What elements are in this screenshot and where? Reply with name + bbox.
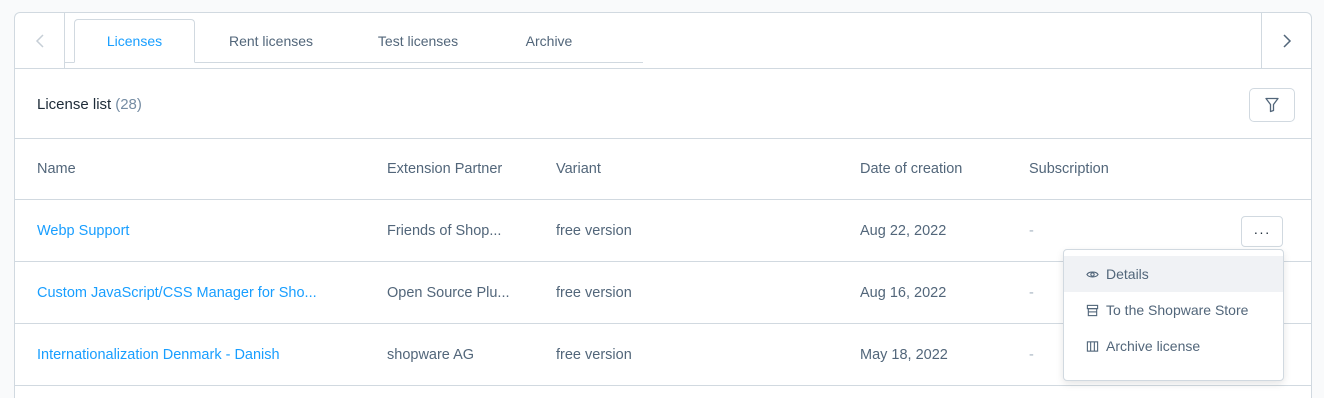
column-header-name[interactable]: Name bbox=[37, 139, 76, 199]
tabs: Licenses Rent licenses Test licenses Arc… bbox=[65, 13, 643, 69]
menu-item-details[interactable]: Details bbox=[1064, 256, 1283, 292]
tab-licenses[interactable]: Licenses bbox=[74, 19, 195, 63]
license-variant: free version bbox=[556, 222, 632, 239]
row-actions-button[interactable]: ··· bbox=[1241, 216, 1283, 247]
menu-item-label: Details bbox=[1106, 266, 1149, 282]
license-partner: Friends of Shop... bbox=[387, 222, 502, 239]
license-subscription: - bbox=[1029, 346, 1034, 363]
list-title: License list (28) bbox=[37, 96, 142, 113]
license-date: May 18, 2022 bbox=[860, 346, 948, 363]
column-header-partner[interactable]: Extension Partner bbox=[387, 139, 502, 199]
store-icon bbox=[1086, 304, 1099, 316]
license-name-link[interactable]: Internationalization Denmark - Danish bbox=[37, 324, 280, 385]
archive-icon bbox=[1086, 340, 1099, 352]
license-variant: free version bbox=[556, 284, 632, 301]
table-header-row: Name Extension Partner Variant Date of c… bbox=[15, 139, 1311, 200]
license-variant: free version bbox=[556, 346, 632, 363]
license-partner: shopware AG bbox=[387, 346, 475, 363]
tabs-scroll-right-button[interactable] bbox=[1261, 13, 1311, 68]
license-date: Aug 16, 2022 bbox=[860, 284, 947, 301]
license-subscription: - bbox=[1029, 284, 1034, 301]
tab-rent-licenses[interactable]: Rent licenses bbox=[195, 19, 347, 63]
menu-item-shopware-store[interactable]: To the Shopware Store bbox=[1064, 292, 1283, 328]
column-header-variant[interactable]: Variant bbox=[556, 139, 601, 199]
license-subscription: - bbox=[1029, 222, 1034, 239]
menu-item-archive-license[interactable]: Archive license bbox=[1064, 328, 1283, 364]
tab-archive[interactable]: Archive bbox=[489, 19, 609, 63]
license-name-link[interactable]: Custom JavaScript/CSS Manager for Sho... bbox=[37, 262, 317, 323]
tabs-scroll-left-button[interactable] bbox=[15, 13, 65, 68]
list-count: (28) bbox=[115, 96, 142, 113]
list-header: License list (28) bbox=[15, 69, 1311, 139]
menu-item-label: To the Shopware Store bbox=[1106, 302, 1249, 318]
tab-bar: Licenses Rent licenses Test licenses Arc… bbox=[15, 13, 1311, 69]
chevron-right-icon bbox=[1282, 33, 1291, 48]
tab-test-licenses[interactable]: Test licenses bbox=[347, 19, 489, 63]
menu-item-label: Archive license bbox=[1106, 338, 1201, 354]
column-header-subscription[interactable]: Subscription bbox=[1029, 139, 1109, 199]
license-partner: Open Source Plu... bbox=[387, 284, 510, 301]
filter-icon bbox=[1265, 97, 1279, 113]
row-context-menu: Details To the Shopware Store Archive li… bbox=[1063, 249, 1284, 381]
license-name-link[interactable]: Webp Support bbox=[37, 200, 129, 261]
chevron-left-icon bbox=[35, 33, 44, 48]
filter-button[interactable] bbox=[1249, 88, 1295, 122]
list-title-text: License list bbox=[37, 96, 112, 113]
column-header-date[interactable]: Date of creation bbox=[860, 139, 962, 199]
eye-icon bbox=[1086, 271, 1099, 277]
license-date: Aug 22, 2022 bbox=[860, 222, 947, 239]
